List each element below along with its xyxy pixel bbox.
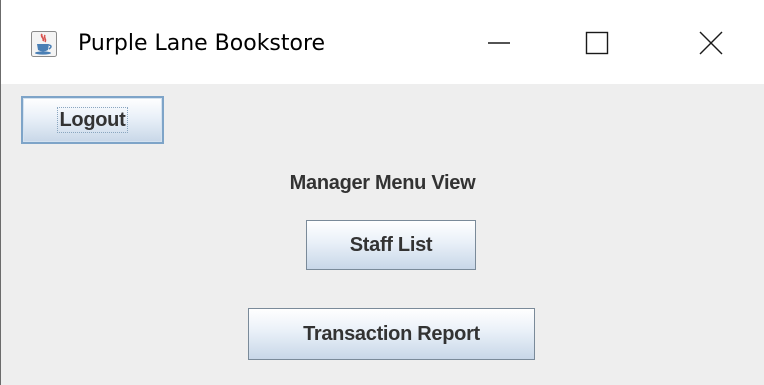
maximize-button[interactable] xyxy=(567,20,627,70)
close-icon xyxy=(699,31,723,60)
manager-menu-panel: Logout Manager Menu View Staff List Tran… xyxy=(1,84,764,385)
maximize-icon xyxy=(585,31,609,60)
app-window: Purple Lane Bookstore Logout Manager Men… xyxy=(0,0,764,385)
transaction-report-button-label: Transaction Report xyxy=(303,322,480,345)
staff-list-button[interactable]: Staff List xyxy=(306,220,476,270)
java-coffee-cup-icon xyxy=(31,31,57,57)
transaction-report-button[interactable]: Transaction Report xyxy=(248,308,535,360)
page-title: Manager Menu View xyxy=(289,172,476,194)
minimize-button[interactable] xyxy=(469,20,529,70)
minimize-icon xyxy=(487,31,511,60)
logout-button[interactable]: Logout xyxy=(21,96,164,144)
staff-list-button-label: Staff List xyxy=(349,233,433,256)
window-title: Purple Lane Bookstore xyxy=(78,31,326,56)
title-bar[interactable]: Purple Lane Bookstore xyxy=(1,0,764,84)
logout-button-label: Logout xyxy=(56,107,129,133)
close-button[interactable] xyxy=(681,20,741,70)
